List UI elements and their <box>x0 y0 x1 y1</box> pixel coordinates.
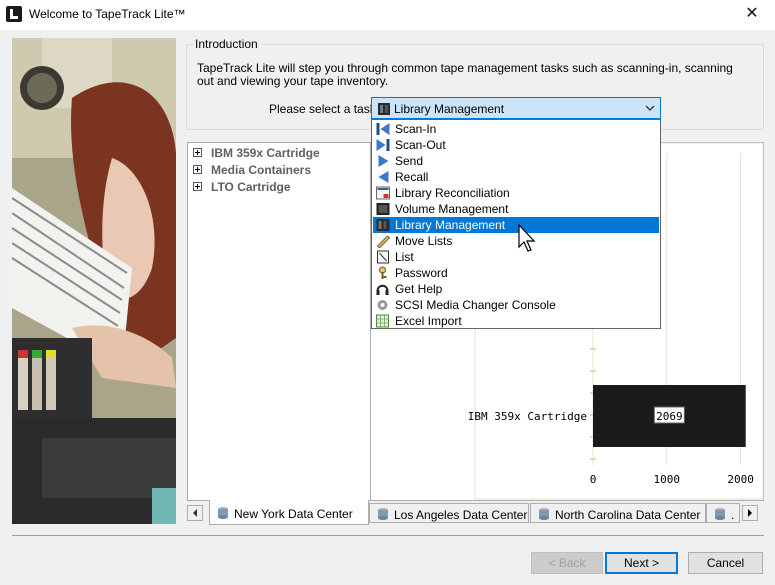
recall-icon <box>378 171 389 183</box>
task-option-label: Scan-Out <box>395 138 446 152</box>
task-option-send[interactable]: Send <box>373 153 659 169</box>
task-option-label: Recall <box>395 170 429 184</box>
library-icon <box>378 103 390 115</box>
chart-category-label: IBM 359x Cartridge <box>468 410 587 423</box>
database-icon <box>539 508 549 520</box>
chevron-down-icon <box>645 105 655 111</box>
reconciliation-icon <box>376 186 390 200</box>
expand-plus-icon[interactable] <box>193 165 202 174</box>
chart-data-label: 2069 <box>656 410 683 423</box>
task-select-dropdown[interactable]: Library Management <box>371 97 661 119</box>
chart-x-tick-label: 0 <box>590 473 597 486</box>
mouse-pointer-icon <box>518 223 536 252</box>
task-option-move-lists[interactable]: Move Lists <box>373 233 659 249</box>
data-center-tabs: New York Data Center Los Angeles Data Ce… <box>187 500 764 525</box>
volume-icon <box>376 203 390 215</box>
window-title: Welcome to TapeTrack Lite™ <box>29 7 186 21</box>
send-icon <box>378 155 389 167</box>
cancel-button[interactable]: Cancel <box>688 552 763 574</box>
tab-los-angeles[interactable]: Los Angeles Data Center <box>369 503 529 523</box>
tab-overflow[interactable]: . <box>706 503 740 523</box>
next-button[interactable]: Next > <box>605 552 678 574</box>
task-select-label: Please select a task <box>269 102 376 116</box>
chart-x-tick-label: 1000 <box>654 473 681 486</box>
excel-icon <box>376 314 389 328</box>
title-bar: Welcome to TapeTrack Lite™ ✕ <box>0 0 775 30</box>
chart-x-tick-label: 2000 <box>727 473 754 486</box>
task-option-recall[interactable]: Recall <box>373 169 659 185</box>
move-lists-icon <box>376 235 391 248</box>
task-option-label: Library Reconciliation <box>395 186 510 200</box>
task-option-label: Scan-In <box>395 122 437 136</box>
tab-scroll-right-button[interactable] <box>742 505 758 521</box>
database-icon <box>378 508 388 520</box>
expand-plus-icon[interactable] <box>193 182 202 191</box>
task-option-label: Move Lists <box>395 234 453 248</box>
library-icon <box>376 219 390 231</box>
task-option-label: Library Management <box>395 218 506 232</box>
task-option-label: Get Help <box>395 282 443 296</box>
task-option-label: Volume Management <box>395 202 509 216</box>
database-icon <box>715 508 725 520</box>
side-illustration <box>12 38 176 524</box>
introduction-text: TapeTrack Lite will step you through com… <box>197 61 733 88</box>
expand-plus-icon[interactable] <box>193 148 202 157</box>
task-option-excel-import[interactable]: Excel Import <box>373 313 659 329</box>
task-option-label: Excel Import <box>395 314 462 328</box>
footer-separator <box>12 535 764 536</box>
task-option-label: SCSI Media Changer Console <box>395 298 556 312</box>
database-icon <box>218 507 228 519</box>
close-button[interactable]: ✕ <box>729 0 775 30</box>
task-option-library-management[interactable]: Library Management <box>373 217 659 233</box>
task-option-label: Send <box>395 154 424 168</box>
task-option-library-reconciliation[interactable]: Library Reconciliation <box>373 185 659 201</box>
tapetrack-app-icon <box>6 6 22 22</box>
scan-in-icon <box>376 123 390 135</box>
task-option-label: Password <box>395 266 448 280</box>
task-dropdown-list[interactable]: Scan-In Scan-Out Send Recall Library Reconci… <box>371 119 661 329</box>
task-option-password[interactable]: Password <box>373 265 659 281</box>
task-option-scan-in[interactable]: Scan-In <box>373 121 659 137</box>
task-option-get-help[interactable]: Get Help <box>373 281 659 297</box>
scan-out-icon <box>376 139 390 151</box>
task-select-value: Library Management <box>394 102 505 116</box>
task-option-list[interactable]: List <box>373 249 659 265</box>
task-option-scan-out[interactable]: Scan-Out <box>373 137 659 153</box>
task-option-volume-management[interactable]: Volume Management <box>373 201 659 217</box>
media-tree[interactable]: IBM 359x Cartridge Media Containers LTO … <box>187 142 371 501</box>
tab-new-york[interactable]: New York Data Center <box>209 500 369 525</box>
tab-scroll-left-button[interactable] <box>187 505 203 521</box>
password-icon <box>379 266 387 279</box>
introduction-legend: Introduction <box>192 37 261 51</box>
back-button[interactable]: < Back <box>531 552 603 574</box>
task-option-scsi-media-changer-console[interactable]: SCSI Media Changer Console <box>373 297 659 313</box>
task-option-label: List <box>395 250 414 264</box>
help-headset-icon <box>376 284 389 295</box>
gear-icon <box>377 300 388 310</box>
list-icon <box>377 250 389 264</box>
tab-north-carolina[interactable]: North Carolina Data Center <box>530 503 706 523</box>
